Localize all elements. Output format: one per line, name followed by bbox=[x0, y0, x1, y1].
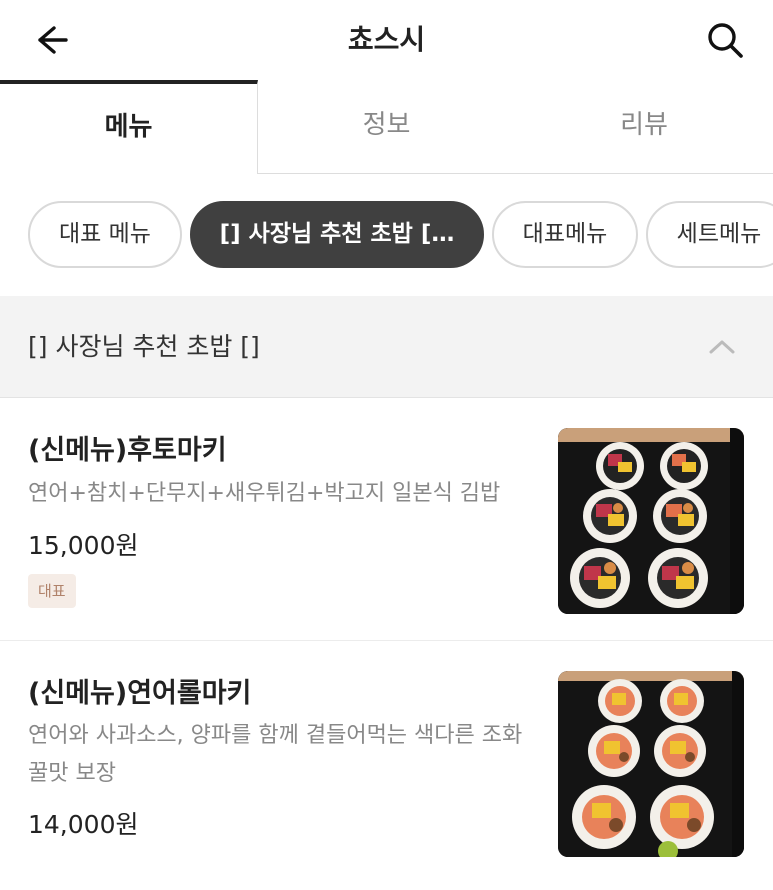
top-app-bar: 쵸스시 bbox=[0, 0, 773, 80]
menu-item-price: 15,000원 bbox=[28, 531, 139, 560]
futomaki-photo-icon bbox=[558, 428, 744, 614]
chip-label: 대표 메뉴 bbox=[59, 221, 151, 247]
menu-item-price: 14,000원 bbox=[28, 810, 139, 839]
chip-representative-menu[interactable]: 대표 메뉴 bbox=[28, 201, 182, 268]
section-title: [] 사장님 추천 초밥 [] bbox=[28, 332, 260, 361]
chip-label: 대표메뉴 bbox=[522, 221, 608, 247]
menu-item[interactable]: (신메뉴)연어롤마키 연어와 사과소스, 양파를 함께 곁들어먹는 색다른 조화… bbox=[0, 641, 773, 890]
chip-label: 세트메뉴 bbox=[676, 221, 762, 247]
representative-badge: 대표 bbox=[28, 574, 76, 608]
menu-item-name: (신메뉴)후토마키 bbox=[28, 435, 227, 466]
chip-set-menu[interactable]: 세트메뉴 bbox=[646, 201, 773, 268]
tab-menu[interactable]: 메뉴 bbox=[0, 80, 258, 174]
menu-item-description: 연어+참치+단무지+새우튀김+박고지 일본식 김밥 bbox=[28, 481, 501, 506]
menu-item[interactable]: (신메뉴)후토마키 연어+참치+단무지+새우튀김+박고지 일본식 김밥 15,0… bbox=[0, 398, 773, 641]
category-chip-row[interactable]: 대표 메뉴 [] 사장님 추천 초밥 [… 대표메뉴 세트메뉴 bbox=[0, 174, 773, 296]
section-header[interactable]: [] 사장님 추천 초밥 [] bbox=[0, 296, 773, 398]
search-icon[interactable] bbox=[703, 18, 747, 62]
tab-info-label: 정보 bbox=[362, 110, 411, 140]
menu-item-description: 연어와 사과소스, 양파를 함께 곁들어먹는 색다른 조화 꿀맛 보장 bbox=[28, 723, 523, 786]
tab-reviews-label: 리뷰 bbox=[620, 110, 668, 140]
salmon-roll-photo-icon bbox=[558, 671, 744, 857]
menu-item-name: (신메뉴)연어롤마키 bbox=[28, 678, 252, 709]
futomaki-photo bbox=[558, 428, 744, 614]
chevron-up-icon[interactable] bbox=[707, 332, 737, 362]
chip-main-menu[interactable]: 대표메뉴 bbox=[492, 201, 638, 268]
salmon-roll-photo bbox=[558, 671, 744, 857]
tab-info[interactable]: 정보 bbox=[258, 80, 515, 174]
chip-label: [] 사장님 추천 초밥 [… bbox=[219, 221, 455, 247]
chip-owner-recommended-sushi[interactable]: [] 사장님 추천 초밥 [… bbox=[190, 201, 484, 268]
tab-reviews[interactable]: 리뷰 bbox=[515, 80, 773, 174]
tab-bar: 메뉴 정보 리뷰 bbox=[0, 80, 773, 174]
tab-menu-label: 메뉴 bbox=[104, 112, 153, 142]
page-title: 쵸스시 bbox=[347, 23, 426, 56]
